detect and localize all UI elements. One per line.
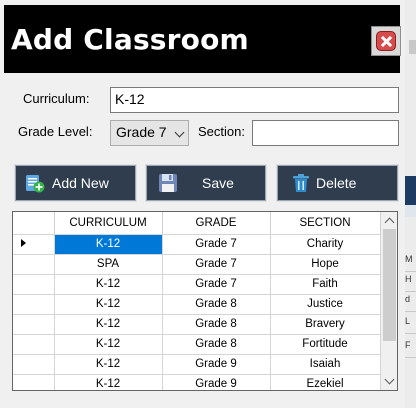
- cell-grade[interactable]: Grade 7: [162, 234, 271, 255]
- cell-curriculum[interactable]: K-12: [54, 354, 163, 375]
- close-button[interactable]: [371, 26, 401, 56]
- cell-grade[interactable]: Grade 8: [162, 334, 271, 355]
- grade-level-value: Grade 7: [116, 124, 167, 140]
- cell-curriculum[interactable]: K-12: [54, 234, 163, 255]
- classroom-grid[interactable]: CURRICULUM GRADE SECTION K-12 Grade 7 Char…: [12, 211, 398, 391]
- background-window: M H d L F: [405, 0, 416, 408]
- background-row: L: [405, 316, 416, 334]
- row-header[interactable]: [13, 294, 55, 315]
- cell-curriculum[interactable]: K-12: [54, 294, 163, 315]
- table-row[interactable]: K-12 Grade 7 Charity: [13, 234, 381, 255]
- row-header[interactable]: [13, 274, 55, 295]
- background-row: F: [405, 340, 416, 358]
- grade-level-select[interactable]: Grade 7: [110, 120, 189, 146]
- cell-section[interactable]: Ezekiel: [270, 374, 381, 390]
- column-header-section[interactable]: SECTION: [270, 212, 381, 235]
- window-title: Add Classroom: [11, 23, 249, 56]
- cell-section[interactable]: Faith: [270, 274, 381, 295]
- close-icon: [376, 31, 396, 51]
- table-row[interactable]: K-12 Grade 8 Fortitude: [13, 334, 381, 355]
- cell-grade[interactable]: Grade 9: [162, 374, 271, 390]
- background-row: d: [405, 294, 416, 312]
- column-header-curriculum[interactable]: CURRICULUM: [54, 212, 163, 235]
- row-header[interactable]: [13, 234, 55, 255]
- section-input[interactable]: [252, 120, 399, 146]
- cell-section[interactable]: Justice: [270, 294, 381, 315]
- curriculum-input[interactable]: K-12: [110, 87, 399, 113]
- background-row: M: [405, 254, 416, 272]
- cell-section[interactable]: Fortitude: [270, 334, 381, 355]
- row-header[interactable]: [13, 254, 55, 275]
- scroll-down-icon[interactable]: [381, 373, 397, 390]
- column-header-grade[interactable]: GRADE: [162, 212, 271, 235]
- table-row[interactable]: SPA Grade 7 Hope: [13, 254, 381, 275]
- grade-level-label: Grade Level:: [18, 124, 93, 139]
- table-row[interactable]: K-12 Grade 9 Isaiah: [13, 354, 381, 375]
- classroom-table: CURRICULUM GRADE SECTION K-12 Grade 7 Char…: [13, 212, 381, 390]
- current-row-pointer-icon: [20, 239, 26, 247]
- cell-section[interactable]: Charity: [270, 234, 381, 255]
- title-bar: Add Classroom: [4, 5, 401, 73]
- table-row[interactable]: K-12 Grade 8 Justice: [13, 294, 381, 315]
- cell-grade[interactable]: Grade 8: [162, 314, 271, 335]
- cell-section[interactable]: Hope: [270, 254, 381, 275]
- cell-grade[interactable]: Grade 7: [162, 274, 271, 295]
- cell-section[interactable]: Bravery: [270, 314, 381, 335]
- row-header-corner: [13, 212, 55, 235]
- floppy-disk-icon: [159, 174, 177, 192]
- save-label: Save: [202, 175, 234, 191]
- curriculum-label: Curriculum:: [23, 91, 90, 106]
- cell-curriculum[interactable]: SPA: [54, 254, 163, 275]
- scroll-up-icon[interactable]: [381, 212, 397, 229]
- background-window-band: [405, 205, 416, 217]
- row-header[interactable]: [13, 314, 55, 335]
- cell-curriculum[interactable]: K-12: [54, 334, 163, 355]
- add-new-label: Add New: [52, 175, 109, 191]
- cell-curriculum[interactable]: K-12: [54, 314, 163, 335]
- row-header[interactable]: [13, 374, 55, 390]
- vertical-scrollbar[interactable]: [381, 212, 397, 390]
- table-row[interactable]: K-12 Grade 8 Bravery: [13, 314, 381, 335]
- table-header-row: CURRICULUM GRADE SECTION: [13, 212, 381, 235]
- row-header[interactable]: [13, 354, 55, 375]
- background-row: H: [405, 274, 416, 292]
- delete-label: Delete: [316, 175, 357, 191]
- trash-icon: [293, 174, 309, 192]
- table-row[interactable]: K-12 Grade 9 Ezekiel: [13, 374, 381, 390]
- cell-grade[interactable]: Grade 9: [162, 354, 271, 375]
- background-window-control: [409, 40, 416, 54]
- cell-curriculum[interactable]: K-12: [54, 374, 163, 390]
- cell-curriculum[interactable]: K-12: [54, 274, 163, 295]
- save-button[interactable]: Save: [145, 164, 267, 202]
- table-row[interactable]: K-12 Grade 7 Faith: [13, 274, 381, 295]
- cell-grade[interactable]: Grade 8: [162, 294, 271, 315]
- delete-button[interactable]: Delete: [276, 164, 399, 202]
- section-label: Section:: [198, 124, 245, 139]
- cell-section[interactable]: Isaiah: [270, 354, 381, 375]
- chevron-down-icon: [174, 127, 185, 138]
- scroll-thumb[interactable]: [383, 229, 396, 341]
- cell-grade[interactable]: Grade 7: [162, 254, 271, 275]
- add-new-button[interactable]: Add New: [14, 164, 137, 202]
- row-header[interactable]: [13, 334, 55, 355]
- add-record-icon: [26, 175, 45, 193]
